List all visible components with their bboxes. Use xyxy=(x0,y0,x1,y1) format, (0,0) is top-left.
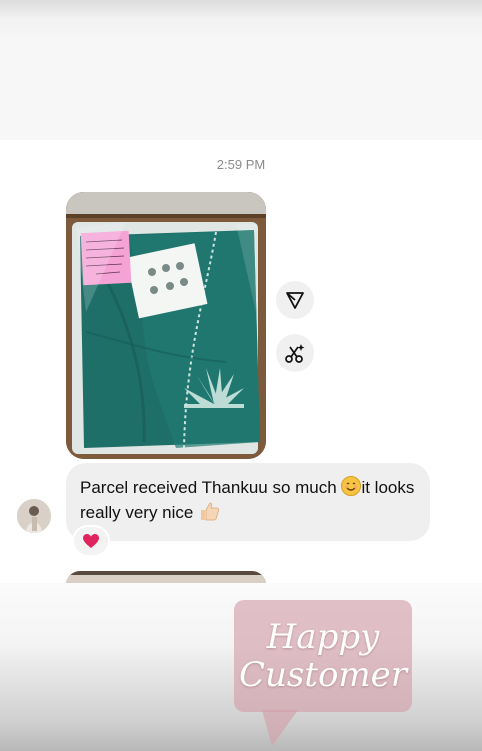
sticker-tail xyxy=(262,710,298,746)
ai-sparkle-scissors-icon xyxy=(285,344,305,363)
sticker-line-happy: Happy xyxy=(266,617,380,657)
message-timestamp: 2:59 PM xyxy=(216,157,266,172)
ai-edit-button[interactable] xyxy=(276,334,314,372)
message-bubble[interactable]: Parcel received Thankuu so much it looks… xyxy=(66,463,430,541)
photo-message[interactable] xyxy=(66,192,266,459)
share-icon xyxy=(286,292,304,309)
chat-header-area xyxy=(0,0,482,140)
heart-reaction[interactable] xyxy=(72,525,110,557)
message-text: Parcel received Thankuu so much xyxy=(80,478,342,497)
parcel-photo xyxy=(66,192,266,459)
thumbs-up-emoji xyxy=(198,500,220,529)
avatar-image xyxy=(17,499,51,533)
share-button[interactable] xyxy=(276,281,314,319)
smiling-face-emoji xyxy=(341,476,362,496)
sticker-text: Happy Customer xyxy=(234,600,412,712)
sticker-line-customer: Customer xyxy=(238,655,408,695)
red-heart-icon xyxy=(83,534,99,548)
sender-avatar[interactable] xyxy=(17,499,51,533)
